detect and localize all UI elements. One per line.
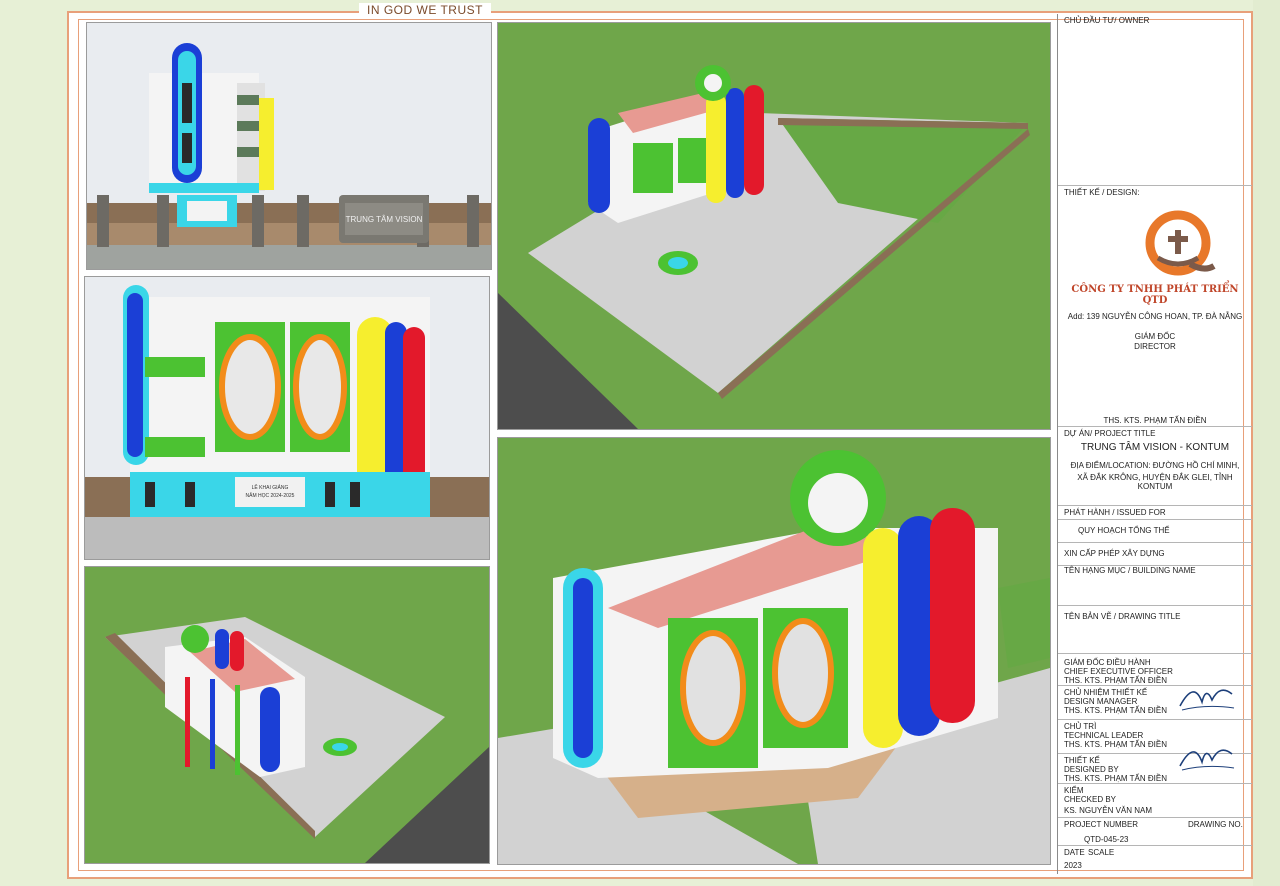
project-title: TRUNG TÂM VISION - KONTUM [1080,442,1230,453]
issued-row-1: QUY HOẠCH TỔNG THỂ [1058,520,1252,543]
cb-vi: KIỂM [1064,786,1084,795]
date-value: 2023 [1064,861,1082,870]
date-cell: DATE 2023 SCALE [1058,846,1252,874]
issued-1: QUY HOẠCH TỔNG THỂ [1078,526,1170,535]
issued-cell: PHÁT HÀNH / ISSUED FOR [1058,506,1252,520]
building-name-cell: TÊN HẠNG MỤC / BUILDING NAME [1058,566,1252,606]
render-front-elevation[interactable]: LỄ KHAI GIẢNG NĂM HỌC 2024-2025 [84,276,490,560]
signature-mark [1176,676,1236,718]
cb-name: KS. NGUYỄN VĂN NAM [1064,806,1153,815]
tl-vi: CHỦ TRÌ [1064,722,1097,731]
render-aerial-site[interactable] [497,22,1051,430]
checked-by-cell: KIỂM CHECKED BY KS. NGUYỄN VĂN NAM [1058,784,1252,818]
banner-line-2: NĂM HỌC 2024-2025 [246,492,295,499]
background-strip [1253,0,1280,886]
signature-mark [1176,736,1236,778]
scale-label: SCALE [1088,848,1115,857]
project-number: QTD-045-23 [1084,835,1129,844]
issued-row-2: XIN CẤP PHÉP XÂY DỰNG [1058,543,1252,566]
qtd-logo-icon [1145,210,1216,276]
ceo-en: CHIEF EXECUTIVE OFFICER [1064,667,1173,676]
render-aerial-closeup[interactable] [497,437,1051,865]
motto: IN GOD WE TRUST [359,3,491,17]
project-title-cell: DỰ ÁN/ PROJECT TITLE TRUNG TÂM VISION - … [1058,426,1252,506]
project-number-cell: PROJECT NUMBER QTD-045-23 DRAWING NO. [1058,818,1252,846]
ceo-vi: GIÁM ĐỐC ĐIỀU HÀNH [1064,658,1151,667]
building-name-label: TÊN HẠNG MỤC / BUILDING NAME [1064,566,1196,575]
issued-2: XIN CẤP PHÉP XÂY DỰNG [1064,549,1165,558]
design-label: THIẾT KẾ / DESIGN: [1064,188,1140,197]
director-en: DIRECTOR [1134,342,1176,351]
drawing-no-label: DRAWING NO. [1188,820,1243,829]
company-logo [1138,208,1218,278]
location-line-1: ĐỊA ĐIỂM/LOCATION: ĐƯỜNG HỒ CHÍ MINH, [1070,461,1240,470]
drawing-title-label: TÊN BẢN VẼ / DRAWING TITLE [1064,612,1181,621]
gate-sign-text: TRUNG TÂM VISION [346,215,423,224]
owner-label: CHỦ ĐẦU TƯ/ OWNER [1064,16,1150,25]
drawing-title-cell: TÊN BẢN VẼ / DRAWING TITLE [1058,606,1252,654]
director-vi: GIÁM ĐỐC [1134,332,1176,341]
banner-line-1: LỄ KHAI GIẢNG [252,484,289,491]
render-aerial-rear[interactable] [84,566,490,864]
render-front-gate[interactable]: TRUNG TÂM VISION [86,22,492,270]
company-name: CÔNG TY TNHH PHÁT TRIỂN QTD [1071,284,1239,306]
project-title-label: DỰ ÁN/ PROJECT TITLE [1064,429,1156,438]
cb-en: CHECKED BY [1064,795,1117,804]
title-block: CHỦ ĐẦU TƯ/ OWNER THIẾT KẾ / DESIGN: CÔN… [1057,14,1252,874]
owner-cell: CHỦ ĐẦU TƯ/ OWNER [1058,14,1252,186]
issued-label: PHÁT HÀNH / ISSUED FOR [1064,508,1166,517]
location-line-2: XÃ ĐẮK KRÔNG, HUYỆN ĐẮK GLEI, TỈNH KONTU… [1077,473,1233,491]
company-address: Add: 139 NGUYỄN CÔNG HOAN, TP. ĐÀ NẴNG [1067,312,1243,321]
director-name: THS. KTS. PHẠM TẤN ĐIỀN [1103,416,1207,425]
design-cell: THIẾT KẾ / DESIGN: CÔNG TY TNHH PHÁT TRI… [1058,186,1252,426]
